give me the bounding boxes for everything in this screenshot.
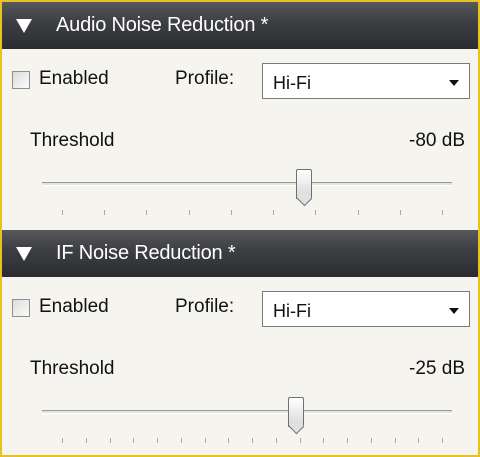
slider-tick bbox=[252, 438, 253, 443]
profile-label: Profile: bbox=[175, 68, 235, 89]
slider-tick bbox=[323, 438, 325, 443]
enabled-label[interactable]: Enabled bbox=[39, 68, 109, 90]
slider-tick bbox=[62, 210, 63, 215]
enabled-label[interactable]: Enabled bbox=[39, 296, 109, 318]
enabled-checkbox[interactable] bbox=[12, 299, 30, 317]
threshold-label: Threshold bbox=[30, 130, 115, 151]
slider-tick bbox=[347, 438, 348, 443]
slider-tick bbox=[157, 438, 158, 443]
slider-tick bbox=[204, 438, 206, 443]
collapse-triangle-icon[interactable] bbox=[16, 246, 32, 261]
slider-tick bbox=[399, 210, 401, 215]
slider-tick bbox=[62, 438, 63, 443]
threshold-value: -80 dB bbox=[409, 130, 465, 151]
section-header[interactable]: IF Noise Reduction * bbox=[2, 230, 478, 277]
chevron-down-icon bbox=[449, 308, 459, 314]
slider-tick bbox=[418, 438, 420, 443]
slider-tick bbox=[315, 210, 317, 215]
section-header[interactable]: Audio Noise Reduction * bbox=[2, 2, 478, 49]
slider-tick bbox=[299, 438, 301, 443]
profile-select[interactable]: Hi-Fi bbox=[262, 291, 470, 327]
slider-tick bbox=[133, 438, 135, 443]
collapse-triangle-icon[interactable] bbox=[16, 18, 32, 33]
slider-tick bbox=[180, 438, 182, 443]
threshold-slider-track[interactable] bbox=[42, 410, 452, 414]
threshold-slider-track[interactable] bbox=[42, 182, 452, 186]
if-noise-reduction-section: IF Noise Reduction * Enabled Profile: Hi… bbox=[2, 230, 478, 455]
threshold-slider-thumb[interactable] bbox=[296, 169, 313, 199]
slider-tick bbox=[273, 210, 275, 215]
slider-tick bbox=[357, 210, 359, 215]
slider-tick bbox=[104, 210, 106, 215]
slider-tick bbox=[442, 210, 443, 215]
threshold-value: -25 dB bbox=[409, 358, 465, 379]
slider-ticks bbox=[2, 210, 478, 218]
slider-tick bbox=[442, 438, 443, 443]
audio-noise-reduction-section: Audio Noise Reduction * Enabled Profile:… bbox=[2, 2, 478, 230]
slider-tick bbox=[228, 438, 230, 443]
slider-tick bbox=[146, 210, 148, 215]
noise-reduction-panel: Audio Noise Reduction * Enabled Profile:… bbox=[0, 0, 480, 457]
slider-tick bbox=[230, 210, 232, 215]
profile-select[interactable]: Hi-Fi bbox=[262, 63, 470, 99]
slider-tick bbox=[370, 438, 372, 443]
slider-tick bbox=[109, 438, 111, 443]
section-title: Audio Noise Reduction * bbox=[56, 14, 269, 36]
slider-ticks bbox=[2, 438, 478, 446]
profile-select-value: Hi-Fi bbox=[273, 73, 311, 93]
threshold-slider-thumb[interactable] bbox=[288, 397, 305, 427]
profile-label: Profile: bbox=[175, 296, 235, 317]
enabled-checkbox[interactable] bbox=[12, 71, 30, 89]
slider-tick bbox=[275, 438, 277, 443]
section-title: IF Noise Reduction * bbox=[56, 242, 236, 264]
controls-row: Enabled Profile: Hi-Fi bbox=[2, 285, 478, 327]
slider-tick bbox=[85, 438, 87, 443]
slider-tick bbox=[188, 210, 190, 215]
slider-tick bbox=[394, 438, 396, 443]
profile-select-value: Hi-Fi bbox=[273, 301, 311, 321]
chevron-down-icon bbox=[449, 80, 459, 86]
threshold-label: Threshold bbox=[30, 358, 115, 379]
controls-row: Enabled Profile: Hi-Fi bbox=[2, 57, 478, 99]
